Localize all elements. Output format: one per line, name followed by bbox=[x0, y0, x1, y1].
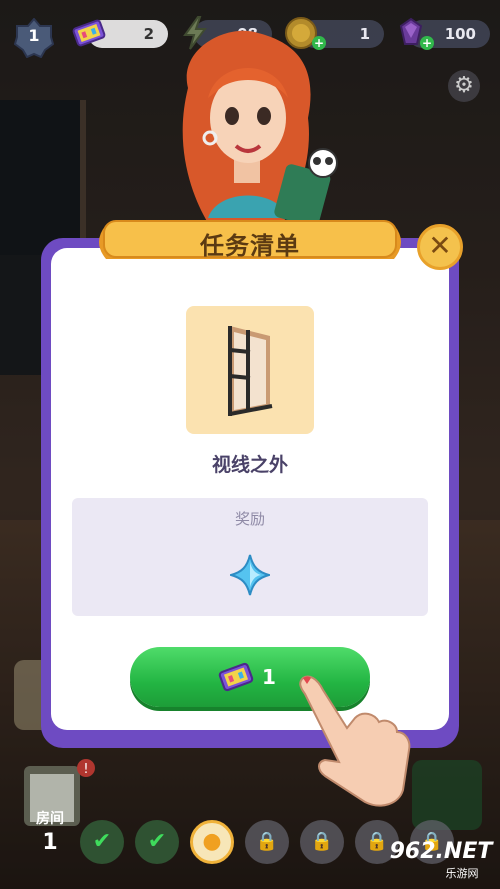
room-label: 房间 bbox=[36, 811, 64, 827]
stage-1[interactable]: ✔ bbox=[80, 820, 124, 864]
lock-icon: 🔒 bbox=[310, 831, 334, 852]
window-icon bbox=[228, 326, 273, 416]
checkmark-icon: ✔ bbox=[147, 829, 167, 854]
diamond-icon bbox=[230, 554, 270, 596]
checkmark-icon: ✔ bbox=[92, 829, 112, 854]
task-cost-value: 1 bbox=[262, 665, 276, 689]
stage-4-locked[interactable]: 🔒 bbox=[245, 820, 289, 864]
task-image bbox=[186, 306, 314, 434]
ticket-icon bbox=[72, 19, 106, 47]
stage-3-current[interactable]: ● bbox=[190, 820, 234, 864]
character-avatar bbox=[182, 30, 338, 227]
lock-icon: 🔒 bbox=[255, 831, 279, 852]
watermark-text: 962.NET bbox=[389, 839, 493, 864]
svg-text:!: ! bbox=[83, 762, 88, 777]
ticket-icon bbox=[218, 662, 254, 692]
room-number: 1 bbox=[42, 830, 58, 855]
gems-value: 100 bbox=[444, 25, 476, 43]
lock-icon: 🔒 bbox=[365, 831, 389, 852]
gems-add-button[interactable]: + bbox=[420, 36, 434, 50]
pointing-hand-icon bbox=[299, 675, 411, 807]
watermark: 962.NET 乐游网 bbox=[386, 833, 496, 885]
watermark-sub: 乐游网 bbox=[445, 867, 479, 880]
reward-panel: 奖励 bbox=[72, 498, 428, 616]
task-name: 视线之外 bbox=[211, 454, 288, 476]
level-badge[interactable]: 1 bbox=[14, 18, 54, 58]
location-pin-icon: ● bbox=[202, 829, 222, 854]
coins-value: 1 bbox=[359, 25, 370, 43]
close-icon: ✕ bbox=[428, 229, 452, 262]
gear-icon[interactable]: ⚙ bbox=[448, 70, 480, 102]
stage-5-locked[interactable]: 🔒 bbox=[300, 820, 344, 864]
dialog-title: 任务清单 bbox=[200, 232, 300, 260]
stage-2[interactable]: ✔ bbox=[135, 820, 179, 864]
level-value: 1 bbox=[28, 26, 40, 45]
room-indicator: 房间 1 bbox=[28, 808, 72, 855]
close-button[interactable]: ✕ bbox=[417, 224, 463, 270]
reward-label: 奖励 bbox=[234, 510, 265, 528]
